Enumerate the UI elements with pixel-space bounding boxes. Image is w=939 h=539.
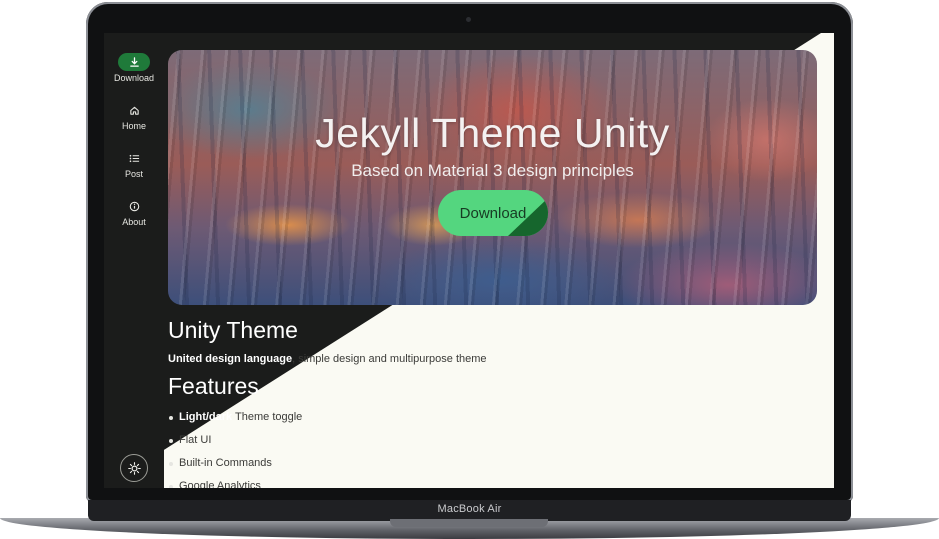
tagline-rest: , simple design and multipurpose theme — [292, 353, 487, 365]
rail-label-post: Post — [124, 169, 143, 179]
camera-dot — [466, 17, 471, 22]
rail-label-about: About — [122, 217, 146, 227]
feature-item: Built-in Commands — [168, 457, 302, 480]
feature-text: Built-in Commands — [179, 457, 272, 469]
list-icon — [118, 149, 150, 167]
rail-label-home: Home — [121, 121, 146, 131]
feature-bold: Light/dark — [179, 411, 233, 423]
browser-screen: Download Home Post About Jekyll Theme Un… — [104, 33, 834, 488]
rail-item-download[interactable]: Download — [104, 53, 164, 83]
tagline-bold: United design language — [168, 353, 293, 365]
feature-text: Flat UI — [179, 434, 212, 446]
download-icon — [118, 53, 150, 71]
content-title: Unity Theme — [168, 317, 298, 343]
rail-item-about[interactable]: About — [104, 197, 164, 227]
hero-download-label: Download — [459, 204, 527, 222]
tagline: United design language, simple design an… — [168, 353, 487, 365]
rail-label-download: Download — [113, 73, 155, 83]
device-model-label: MacBook Air — [437, 503, 502, 515]
feature-item: Light/dark Theme toggle — [168, 411, 302, 434]
home-icon — [118, 101, 150, 119]
rail-item-home[interactable]: Home — [104, 101, 164, 131]
hero-title: Jekyll Theme Unity — [315, 110, 670, 156]
hero-subtitle: Based on Material 3 design principles — [351, 161, 634, 180]
laptop-hinge-notch — [390, 519, 548, 527]
hero-download-button[interactable]: Download — [438, 190, 548, 236]
sun-icon — [127, 461, 141, 475]
feature-text: Theme toggle — [232, 411, 303, 423]
theme-toggle-button[interactable] — [120, 454, 148, 482]
feature-item: Google Analytics — [168, 480, 302, 488]
feature-text: Google Analytics — [179, 480, 261, 488]
feature-list: Light/dark Theme toggle Flat UI Built-in… — [168, 411, 302, 488]
navigation-rail: Download Home Post About — [104, 33, 164, 488]
features-title: Features — [168, 373, 259, 399]
rail-item-post[interactable]: Post — [104, 149, 164, 179]
hero-banner: Jekyll Theme Unity Based on Material 3 d… — [168, 50, 817, 305]
info-icon — [118, 197, 150, 215]
feature-item: Flat UI — [168, 434, 302, 457]
